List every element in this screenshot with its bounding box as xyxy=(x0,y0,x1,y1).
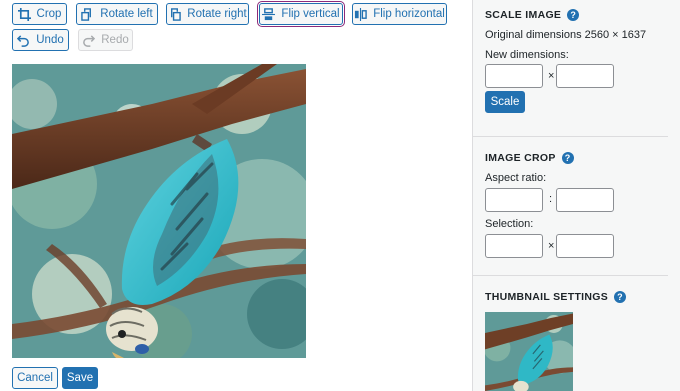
cancel-button[interactable]: Cancel xyxy=(12,367,58,389)
flip-vertical-button[interactable]: Flip vertical xyxy=(257,1,345,27)
rotate-left-label: Rotate left xyxy=(100,8,153,20)
times-separator: × xyxy=(548,240,555,252)
aspect-ratio-width-input[interactable] xyxy=(485,188,543,212)
redo-button[interactable]: Redo xyxy=(78,29,133,51)
help-icon[interactable]: ? xyxy=(614,291,627,303)
help-icon[interactable]: ? xyxy=(567,9,580,21)
rotate-left-icon xyxy=(81,7,92,21)
section-divider xyxy=(473,275,668,276)
undo-label: Undo xyxy=(36,34,64,46)
rotate-right-icon xyxy=(171,7,182,21)
thumbnail-settings-title: THUMBNAIL SETTINGS xyxy=(485,291,609,303)
flip-vertical-icon xyxy=(262,7,276,20)
selection-height-input[interactable] xyxy=(556,234,614,258)
undo-button[interactable]: Undo xyxy=(12,29,69,51)
times-separator: × xyxy=(548,70,555,82)
scale-label: Scale xyxy=(490,96,520,108)
flip-vertical-label: Flip vertical xyxy=(281,8,340,20)
flip-horizontal-button[interactable]: Flip horizontal xyxy=(352,3,447,25)
crop-button[interactable]: Crop xyxy=(12,3,67,25)
rotate-left-button[interactable]: Rotate left xyxy=(76,3,158,25)
save-label: Save xyxy=(66,372,94,384)
edited-image xyxy=(12,64,306,358)
thumbnail-preview xyxy=(485,312,573,391)
image-crop-heading: IMAGE CROP ? xyxy=(485,152,574,164)
flip-horizontal-label: Flip horizontal xyxy=(373,8,445,20)
parrot-thumbnail xyxy=(485,312,573,391)
cancel-label: Cancel xyxy=(17,372,53,384)
crop-icon xyxy=(17,7,31,21)
flip-horizontal-icon xyxy=(355,7,367,21)
rotate-right-label: Rotate right xyxy=(187,8,247,20)
image-editor-main: Crop Rotate left Rotate right Flip verti… xyxy=(0,0,472,391)
scale-width-input[interactable] xyxy=(485,64,543,88)
scale-image-heading: SCALE IMAGE ? xyxy=(485,9,580,21)
original-dimensions: Original dimensions 2560 × 1637 xyxy=(485,29,647,41)
undo-icon xyxy=(17,34,30,47)
new-dimensions-label: New dimensions: xyxy=(485,49,569,61)
crop-label: Crop xyxy=(36,8,62,20)
section-divider xyxy=(473,136,668,137)
parrot-photo xyxy=(12,64,306,358)
scale-image-title: SCALE IMAGE xyxy=(485,9,562,21)
colon-separator: : xyxy=(549,193,553,205)
selection-label: Selection: xyxy=(485,218,534,230)
image-crop-title: IMAGE CROP xyxy=(485,152,556,164)
rotate-right-button[interactable]: Rotate right xyxy=(166,3,249,25)
help-icon[interactable]: ? xyxy=(561,152,574,164)
image-settings-sidebar: SCALE IMAGE ? Original dimensions 2560 ×… xyxy=(472,0,680,391)
selection-width-input[interactable] xyxy=(485,234,543,258)
aspect-ratio-height-input[interactable] xyxy=(556,188,614,212)
redo-icon xyxy=(83,34,96,47)
aspect-ratio-label: Aspect ratio: xyxy=(485,172,547,184)
thumbnail-settings-heading: THUMBNAIL SETTINGS ? xyxy=(485,291,627,303)
save-button[interactable]: Save xyxy=(62,367,98,389)
redo-label: Redo xyxy=(101,34,129,46)
scale-height-input[interactable] xyxy=(556,64,614,88)
scale-button[interactable]: Scale xyxy=(485,91,525,113)
